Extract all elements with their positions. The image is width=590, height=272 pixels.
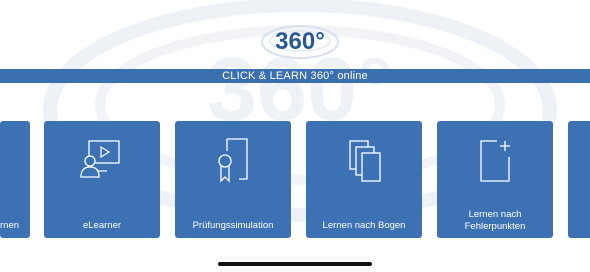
home-indicator[interactable] (218, 262, 372, 266)
app-screen: 360° 360° CLICK & LEARN 360° online rnen… (0, 0, 590, 272)
menu-tile-pruefungssimulation[interactable]: Prüfungssimulation (175, 121, 291, 238)
menu-tile-label: rnen (0, 220, 20, 231)
menu-tile-elearner[interactable]: eLearner (44, 121, 160, 238)
certificate-icon (218, 138, 248, 183)
document-add-icon (480, 140, 510, 182)
elearner-presentation-icon (80, 140, 120, 178)
menu-tile-label: Prüfungssimulation (192, 220, 274, 231)
menu-tile-partial-left[interactable]: rnen (0, 121, 30, 238)
app-title-banner: CLICK & LEARN 360° online (0, 69, 590, 83)
documents-stack-icon (349, 140, 381, 182)
menu-tile-lernen-nach-bogen[interactable]: Lernen nach Bogen (306, 121, 422, 238)
menu-tile-label-line2: Fehlerpunkten (464, 221, 526, 232)
logo-360: 360° (261, 25, 339, 59)
menu-tile-lernen-nach-fehlerpunkten[interactable]: Lernen nach Fehlerpunkten (437, 121, 553, 238)
menu-tile-partial-right[interactable] (568, 121, 590, 238)
logo-text: 360° (275, 28, 325, 55)
menu-tile-label-line1: Lernen nach (468, 209, 522, 220)
menu-tile-label: Lernen nach Bogen (322, 220, 406, 231)
menu-tile-label-multiline: Lernen nach Fehlerpunkten (437, 209, 553, 233)
menu-tile-label: eLearner (82, 220, 122, 231)
banner-title: CLICK & LEARN 360° online (222, 70, 368, 82)
